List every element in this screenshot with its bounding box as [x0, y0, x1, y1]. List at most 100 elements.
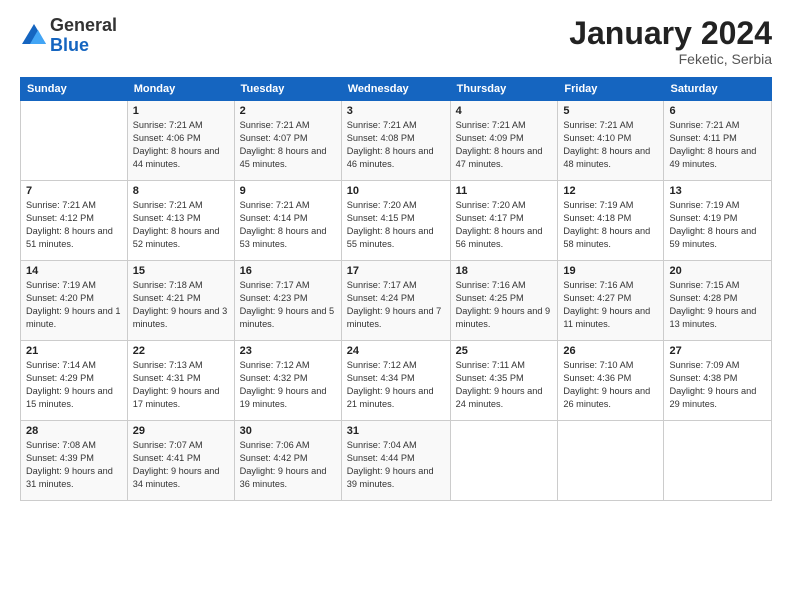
header: General Blue January 2024 Feketic, Serbi… — [20, 16, 772, 67]
day-cell: 28 Sunrise: 7:08 AMSunset: 4:39 PMDayligh… — [21, 421, 128, 501]
day-number: 5 — [563, 105, 658, 117]
day-info: Sunrise: 7:06 AMSunset: 4:42 PMDaylight:… — [240, 439, 336, 491]
day-info: Sunrise: 7:12 AMSunset: 4:32 PMDaylight:… — [240, 359, 336, 411]
day-number: 21 — [26, 345, 122, 357]
day-info: Sunrise: 7:21 AMSunset: 4:12 PMDaylight:… — [26, 199, 122, 251]
day-cell: 8Sunrise: 7:21 AMSunset: 4:13 PMDaylight… — [127, 181, 234, 261]
calendar-table: SundayMondayTuesdayWednesdayThursdayFrid… — [20, 77, 772, 501]
day-cell: 1 Sunrise: 7:21 AMSunset: 4:06 PMDaylight… — [127, 101, 234, 181]
day-cell: 24Sunrise: 7:12 AMSunset: 4:34 PMDayligh… — [341, 341, 450, 421]
day-cell — [450, 421, 558, 501]
day-number: 26 — [563, 345, 658, 357]
day-cell: 20 Sunrise: 7:15 AMSunset: 4:28 PMDayligh… — [664, 261, 772, 341]
col-header-saturday: Saturday — [664, 78, 772, 101]
day-info: Sunrise: 7:21 AMSunset: 4:11 PMDaylight:… — [669, 119, 766, 171]
day-cell: 29Sunrise: 7:07 AMSunset: 4:41 PMDayligh… — [127, 421, 234, 501]
day-number: 18 — [456, 265, 553, 277]
day-info: Sunrise: 7:09 AMSunset: 4:38 PMDaylight:… — [669, 359, 766, 411]
day-number: 19 — [563, 265, 658, 277]
day-cell: 3Sunrise: 7:21 AMSunset: 4:08 PMDaylight… — [341, 101, 450, 181]
day-cell: 25 Sunrise: 7:11 AMSunset: 4:35 PMDayligh… — [450, 341, 558, 421]
day-cell — [558, 421, 664, 501]
col-header-tuesday: Tuesday — [234, 78, 341, 101]
month-title: January 2024 — [569, 16, 772, 51]
day-cell: 10 Sunrise: 7:20 AMSunset: 4:15 PMDayligh… — [341, 181, 450, 261]
day-number: 8 — [133, 185, 229, 197]
day-info: Sunrise: 7:19 AMSunset: 4:19 PMDaylight:… — [669, 199, 766, 251]
logo-icon — [20, 22, 48, 50]
day-number: 13 — [669, 185, 766, 197]
day-cell: 6 Sunrise: 7:21 AMSunset: 4:11 PMDaylight… — [664, 101, 772, 181]
day-number: 16 — [240, 265, 336, 277]
day-info: Sunrise: 7:10 AMSunset: 4:36 PMDaylight:… — [563, 359, 658, 411]
day-cell: 5Sunrise: 7:21 AMSunset: 4:10 PMDaylight… — [558, 101, 664, 181]
day-info: Sunrise: 7:04 AMSunset: 4:44 PMDaylight:… — [347, 439, 445, 491]
day-number: 29 — [133, 425, 229, 437]
day-number: 9 — [240, 185, 336, 197]
day-info: Sunrise: 7:15 AMSunset: 4:28 PMDaylight:… — [669, 279, 766, 331]
day-cell: 22 Sunrise: 7:13 AMSunset: 4:31 PMDayligh… — [127, 341, 234, 421]
day-number: 27 — [669, 345, 766, 357]
day-info: Sunrise: 7:21 AMSunset: 4:06 PMDaylight:… — [133, 119, 229, 171]
day-info: Sunrise: 7:20 AMSunset: 4:15 PMDaylight:… — [347, 199, 445, 251]
day-number: 12 — [563, 185, 658, 197]
col-header-wednesday: Wednesday — [341, 78, 450, 101]
week-row-3: 14 Sunrise: 7:19 AMSunset: 4:20 PMDayligh… — [21, 261, 772, 341]
day-number: 17 — [347, 265, 445, 277]
day-info: Sunrise: 7:08 AMSunset: 4:39 PMDaylight:… — [26, 439, 122, 491]
day-number: 14 — [26, 265, 122, 277]
week-row-1: 1 Sunrise: 7:21 AMSunset: 4:06 PMDaylight… — [21, 101, 772, 181]
day-number: 15 — [133, 265, 229, 277]
day-number: 25 — [456, 345, 553, 357]
day-cell: 9 Sunrise: 7:21 AMSunset: 4:14 PMDaylight… — [234, 181, 341, 261]
day-info: Sunrise: 7:21 AMSunset: 4:09 PMDaylight:… — [456, 119, 553, 171]
header-row: SundayMondayTuesdayWednesdayThursdayFrid… — [21, 78, 772, 101]
day-cell: 19 Sunrise: 7:16 AMSunset: 4:27 PMDayligh… — [558, 261, 664, 341]
day-number: 11 — [456, 185, 553, 197]
logo-blue-text: Blue — [50, 35, 89, 55]
day-number: 2 — [240, 105, 336, 117]
week-row-5: 28 Sunrise: 7:08 AMSunset: 4:39 PMDayligh… — [21, 421, 772, 501]
week-row-2: 7 Sunrise: 7:21 AMSunset: 4:12 PMDaylight… — [21, 181, 772, 261]
day-info: Sunrise: 7:16 AMSunset: 4:25 PMDaylight:… — [456, 279, 553, 331]
day-number: 20 — [669, 265, 766, 277]
day-info: Sunrise: 7:21 AMSunset: 4:07 PMDaylight:… — [240, 119, 336, 171]
day-number: 31 — [347, 425, 445, 437]
day-number: 6 — [669, 105, 766, 117]
day-info: Sunrise: 7:21 AMSunset: 4:14 PMDaylight:… — [240, 199, 336, 251]
day-info: Sunrise: 7:16 AMSunset: 4:27 PMDaylight:… — [563, 279, 658, 331]
day-cell: 13 Sunrise: 7:19 AMSunset: 4:19 PMDayligh… — [664, 181, 772, 261]
day-cell: 16Sunrise: 7:17 AMSunset: 4:23 PMDayligh… — [234, 261, 341, 341]
day-cell: 18 Sunrise: 7:16 AMSunset: 4:25 PMDayligh… — [450, 261, 558, 341]
col-header-thursday: Thursday — [450, 78, 558, 101]
day-info: Sunrise: 7:17 AMSunset: 4:24 PMDaylight:… — [347, 279, 445, 331]
day-cell: 30Sunrise: 7:06 AMSunset: 4:42 PMDayligh… — [234, 421, 341, 501]
day-number: 23 — [240, 345, 336, 357]
day-number: 10 — [347, 185, 445, 197]
day-number: 4 — [456, 105, 553, 117]
day-cell — [21, 101, 128, 181]
logo-general-text: General — [50, 15, 117, 35]
day-number: 28 — [26, 425, 122, 437]
day-cell: 7 Sunrise: 7:21 AMSunset: 4:12 PMDaylight… — [21, 181, 128, 261]
day-info: Sunrise: 7:21 AMSunset: 4:08 PMDaylight:… — [347, 119, 445, 171]
day-cell: 15 Sunrise: 7:18 AMSunset: 4:21 PMDayligh… — [127, 261, 234, 341]
day-cell: 31 Sunrise: 7:04 AMSunset: 4:44 PMDayligh… — [341, 421, 450, 501]
day-cell: 14 Sunrise: 7:19 AMSunset: 4:20 PMDayligh… — [21, 261, 128, 341]
day-info: Sunrise: 7:18 AMSunset: 4:21 PMDaylight:… — [133, 279, 229, 331]
title-block: January 2024 Feketic, Serbia — [569, 16, 772, 67]
col-header-friday: Friday — [558, 78, 664, 101]
day-number: 7 — [26, 185, 122, 197]
day-info: Sunrise: 7:20 AMSunset: 4:17 PMDaylight:… — [456, 199, 553, 251]
day-cell: 2 Sunrise: 7:21 AMSunset: 4:07 PMDaylight… — [234, 101, 341, 181]
day-info: Sunrise: 7:14 AMSunset: 4:29 PMDaylight:… — [26, 359, 122, 411]
day-cell: 23 Sunrise: 7:12 AMSunset: 4:32 PMDayligh… — [234, 341, 341, 421]
day-info: Sunrise: 7:19 AMSunset: 4:20 PMDaylight:… — [26, 279, 122, 331]
location: Feketic, Serbia — [569, 51, 772, 67]
day-number: 1 — [133, 105, 229, 117]
day-info: Sunrise: 7:11 AMSunset: 4:35 PMDaylight:… — [456, 359, 553, 411]
day-number: 22 — [133, 345, 229, 357]
day-cell: 12 Sunrise: 7:19 AMSunset: 4:18 PMDayligh… — [558, 181, 664, 261]
day-info: Sunrise: 7:13 AMSunset: 4:31 PMDaylight:… — [133, 359, 229, 411]
day-info: Sunrise: 7:19 AMSunset: 4:18 PMDaylight:… — [563, 199, 658, 251]
